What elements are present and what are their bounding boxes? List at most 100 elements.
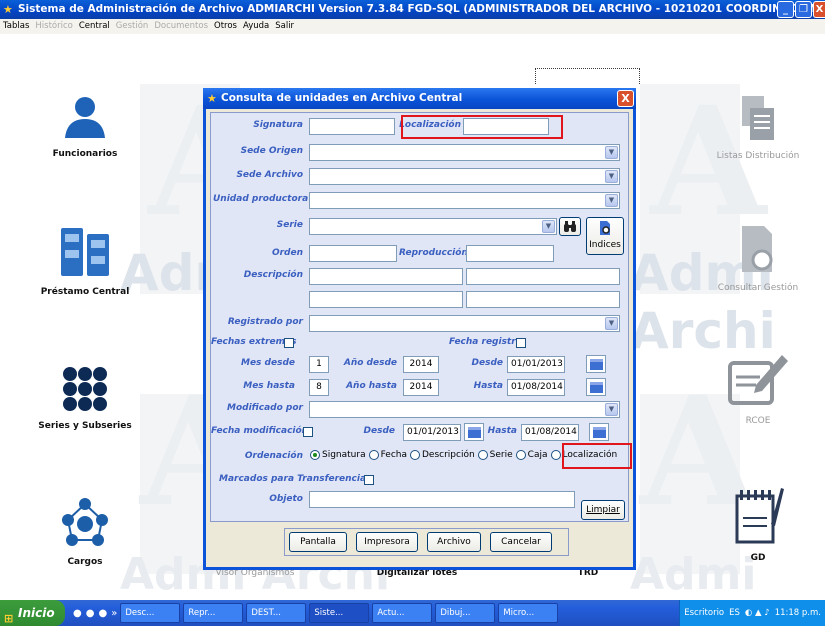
descripcion-input-1[interactable] bbox=[309, 268, 463, 285]
language-indicator[interactable]: ES bbox=[729, 600, 740, 626]
desktop-icon-funcionarios[interactable]: Funcionarios bbox=[20, 92, 150, 159]
marcados-transferencia-checkbox[interactable] bbox=[364, 475, 374, 485]
task-button[interactable]: Desc... bbox=[120, 603, 181, 623]
radio-descripcion[interactable] bbox=[409, 450, 420, 460]
mod-hasta-calendar-button[interactable] bbox=[589, 423, 609, 441]
signatura-input[interactable] bbox=[309, 118, 395, 135]
menu-documentos[interactable]: Documentos bbox=[154, 19, 208, 34]
menu-ayuda[interactable]: Ayuda bbox=[243, 19, 269, 34]
task-button[interactable]: Dibuj... bbox=[435, 603, 496, 623]
browser-icon[interactable]: ● bbox=[86, 608, 95, 619]
desktop-icon-rcoe[interactable]: RCOE bbox=[693, 349, 823, 426]
menu-central[interactable]: Central bbox=[79, 19, 110, 34]
task-button[interactable]: Actu... bbox=[372, 603, 433, 623]
radio-label: Fecha bbox=[380, 450, 407, 460]
menu-tablas[interactable]: Tablas bbox=[3, 19, 29, 34]
descripcion-input-2[interactable] bbox=[466, 268, 620, 285]
anio-hasta-input[interactable]: 2014 bbox=[403, 379, 439, 396]
start-button[interactable]: ⊞ Inicio bbox=[0, 600, 65, 626]
desktop-icon-series-subseries[interactable]: Series y Subseries bbox=[20, 364, 150, 431]
radio-caja[interactable] bbox=[515, 450, 526, 460]
modificado-por-select[interactable]: ▼ bbox=[309, 401, 620, 418]
pantalla-button[interactable]: Pantalla bbox=[289, 532, 347, 552]
radio-fecha[interactable] bbox=[368, 450, 379, 460]
dialog-close-button[interactable]: X bbox=[617, 90, 634, 107]
fecha-registro-checkbox[interactable] bbox=[516, 338, 526, 348]
task-button[interactable]: DEST... bbox=[246, 603, 307, 623]
people-network-icon bbox=[62, 498, 108, 546]
calendar-icon bbox=[590, 382, 603, 393]
calendar-icon bbox=[593, 427, 606, 438]
desktop-icon-consultar-gestion[interactable]: Consultar Gestión bbox=[693, 222, 823, 293]
indices-button[interactable]: Indices bbox=[586, 217, 624, 255]
orden-input[interactable] bbox=[309, 245, 397, 262]
label-desde: Desde bbox=[471, 358, 503, 368]
fechas-extremas-checkbox[interactable] bbox=[284, 338, 294, 348]
reproduccion-input[interactable] bbox=[466, 245, 554, 262]
clock: 11:18 p.m. bbox=[774, 608, 821, 618]
desktop-icon-listas-distribucion[interactable]: Listas Distribución bbox=[693, 94, 823, 161]
descripcion-input-4[interactable] bbox=[466, 291, 620, 308]
fecha-modificacion-checkbox[interactable] bbox=[303, 427, 313, 437]
mod-desde-date-input[interactable]: 01/01/2013 bbox=[403, 424, 461, 441]
task-button[interactable]: Micro... bbox=[498, 603, 559, 623]
serie-select[interactable]: ▼ bbox=[309, 218, 557, 235]
radio-label: Signatura bbox=[322, 450, 366, 460]
menu-otros[interactable]: Otros bbox=[214, 19, 237, 34]
desde-calendar-button[interactable] bbox=[586, 355, 606, 373]
objeto-input[interactable] bbox=[309, 491, 575, 508]
close-window-button[interactable]: X bbox=[813, 1, 825, 18]
chevron-down-icon[interactable]: ▼ bbox=[605, 403, 618, 416]
desktop-icon-prestamo-central[interactable]: Préstamo Central bbox=[20, 224, 150, 297]
chevron-down-icon[interactable]: ▼ bbox=[605, 170, 618, 183]
mes-desde-input[interactable]: 1 bbox=[309, 356, 329, 373]
menu-gestion[interactable]: Gestión bbox=[116, 19, 149, 34]
task-button[interactable]: Repr... bbox=[183, 603, 244, 623]
anio-desde-input[interactable]: 2014 bbox=[403, 356, 439, 373]
limpiar-button[interactable]: Limpiar bbox=[581, 500, 625, 520]
desktop-icon-label: GD bbox=[750, 553, 766, 563]
unidad-productora-select[interactable]: ▼ bbox=[309, 192, 620, 209]
sede-origen-select[interactable]: ▼ bbox=[309, 144, 620, 161]
chevron-down-icon[interactable]: ▼ bbox=[605, 194, 618, 207]
mod-desde-calendar-button[interactable] bbox=[464, 423, 484, 441]
minimize-button[interactable]: _ bbox=[777, 1, 794, 18]
taskbar: ⊞ Inicio ● ● ● » Desc... Repr... DEST...… bbox=[0, 600, 825, 626]
cancelar-button[interactable]: Cancelar bbox=[490, 532, 552, 552]
tray-icons[interactable]: ◐ ▲ ♪ bbox=[745, 600, 770, 626]
menu-salir[interactable]: Salir bbox=[275, 19, 294, 34]
system-tray: Escritorio ES ◐ ▲ ♪ 11:18 p.m. bbox=[679, 600, 825, 626]
sede-archivo-select[interactable]: ▼ bbox=[309, 168, 620, 185]
chevron-down-icon[interactable]: ▼ bbox=[605, 146, 618, 159]
desde-date-input[interactable]: 01/01/2013 bbox=[507, 356, 565, 373]
radio-signatura[interactable] bbox=[310, 450, 320, 460]
document-list-icon bbox=[742, 96, 774, 140]
mes-hasta-input[interactable]: 8 bbox=[309, 379, 329, 396]
maximize-button[interactable]: ❐ bbox=[795, 1, 812, 18]
binoculars-search-button[interactable] bbox=[559, 217, 581, 236]
radio-localizacion[interactable] bbox=[550, 450, 561, 460]
ie-icon[interactable]: ● bbox=[73, 608, 82, 619]
registrado-por-select[interactable]: ▼ bbox=[309, 315, 620, 332]
desktop-icon-gd[interactable]: GD bbox=[693, 484, 823, 563]
radio-serie[interactable] bbox=[477, 450, 488, 460]
menu-historico[interactable]: Histórico bbox=[35, 19, 72, 34]
hasta-calendar-button[interactable] bbox=[586, 378, 606, 396]
chevron-right-icon[interactable]: » bbox=[111, 608, 117, 619]
highlight-box bbox=[562, 443, 632, 469]
task-button-active[interactable]: Siste... bbox=[309, 603, 370, 623]
dialog-titlebar: ★ Consulta de unidades en Archivo Centra… bbox=[203, 88, 636, 109]
chevron-down-icon[interactable]: ▼ bbox=[605, 317, 618, 330]
desktop-icon-label: Consultar Gestión bbox=[717, 283, 799, 293]
desktop-icon-cargos[interactable]: Cargos bbox=[20, 494, 150, 567]
label-modificado-por: Modificado por bbox=[227, 403, 303, 413]
escritorio-label[interactable]: Escritorio bbox=[684, 600, 724, 626]
mod-hasta-date-input[interactable]: 01/08/2014 bbox=[521, 424, 579, 441]
descripcion-input-3[interactable] bbox=[309, 291, 463, 308]
media-icon[interactable]: ● bbox=[98, 608, 107, 619]
archivo-button[interactable]: Archivo bbox=[427, 532, 481, 552]
chevron-down-icon[interactable]: ▼ bbox=[542, 220, 555, 233]
impresora-button[interactable]: Impresora bbox=[356, 532, 418, 552]
hasta-date-input[interactable]: 01/08/2014 bbox=[507, 379, 565, 396]
label-sede-origen: Sede Origen bbox=[240, 146, 303, 156]
